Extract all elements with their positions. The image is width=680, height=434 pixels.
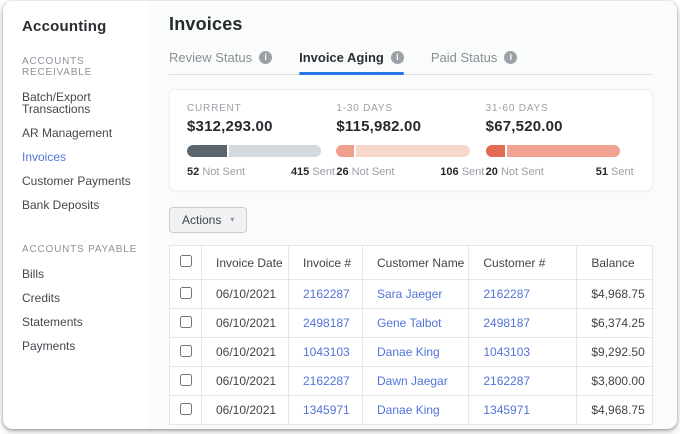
select-all-checkbox[interactable] <box>180 255 192 267</box>
aging-amount: $67,520.00 <box>486 118 635 135</box>
sidebar-item-credits[interactable]: Credits <box>22 292 139 304</box>
info-icon[interactable] <box>391 51 404 64</box>
sidebar-item-customer-payments[interactable]: Customer Payments <box>22 175 139 187</box>
not-sent-stat: 52 Not Sent <box>187 166 245 178</box>
tab-review-status[interactable]: Review Status <box>169 50 272 74</box>
invoice-number-link[interactable]: 1345971 <box>303 403 350 417</box>
invoice-date-cell: 06/10/2021 <box>202 367 289 396</box>
balance-cell: $6,374.25 <box>577 309 653 338</box>
actions-row: Actions ▾ <box>169 207 653 233</box>
table-row: 06/10/2021 2162287 Sara Jaeger 2162287 $… <box>170 280 653 309</box>
info-icon[interactable] <box>259 51 272 64</box>
customer-number-link[interactable]: 1043103 <box>483 345 530 359</box>
row-checkbox[interactable] <box>180 316 192 328</box>
bar-fill <box>187 145 229 157</box>
aging-period-label: CURRENT <box>187 103 336 114</box>
bar-counts: 20 Not Sent 51 Sent <box>486 166 634 178</box>
not-sent-stat: 26 Not Sent <box>336 166 394 178</box>
sent-progress-bar <box>486 145 620 157</box>
bar-counts: 26 Not Sent 106 Sent <box>336 166 484 178</box>
tab-label: Review Status <box>169 50 252 65</box>
invoice-date-cell: 06/10/2021 <box>202 396 289 425</box>
sidebar-title: Accounting <box>22 18 139 35</box>
invoice-table: Invoice Date Invoice # Customer Name Cus… <box>169 245 653 425</box>
column-header-invoice-date: Invoice Date <box>202 246 289 280</box>
invoice-number-link[interactable]: 2162287 <box>303 374 350 388</box>
not-sent-stat: 20 Not Sent <box>486 166 544 178</box>
table-row: 06/10/2021 2498187 Gene Talbot 2498187 $… <box>170 309 653 338</box>
column-header-customer-number: Customer # <box>469 246 577 280</box>
table-row: 06/10/2021 1043103 Danae King 1043103 $9… <box>170 338 653 367</box>
aging-period-label: 31-60 DAYS <box>486 103 635 114</box>
aging-group-current: CURRENT $312,293.00 52 Not Sent 415 Sent <box>187 103 336 178</box>
customer-name-link[interactable]: Sara Jaeger <box>377 287 442 301</box>
invoice-date-cell: 06/10/2021 <box>202 338 289 367</box>
balance-cell: $4,968.75 <box>577 280 653 309</box>
sidebar-item-bills[interactable]: Bills <box>22 268 139 280</box>
aging-amount: $115,982.00 <box>336 118 485 135</box>
bar-fill <box>336 145 356 157</box>
sent-stat: 51 Sent <box>596 166 634 178</box>
sidebar-item-bank-deposits[interactable]: Bank Deposits <box>22 199 139 211</box>
bar-counts: 52 Not Sent 415 Sent <box>187 166 335 178</box>
customer-name-link[interactable]: Danae King <box>377 403 440 417</box>
row-checkbox[interactable] <box>180 345 192 357</box>
row-checkbox[interactable] <box>180 287 192 299</box>
table-row: 06/10/2021 2162287 Dawn Jaegar 2162287 $… <box>170 367 653 396</box>
balance-cell: $4,968.75 <box>577 396 653 425</box>
aging-group-31-60-days: 31-60 DAYS $67,520.00 20 Not Sent 51 Sen… <box>486 103 635 178</box>
invoice-number-link[interactable]: 2498187 <box>303 316 350 330</box>
tab-paid-status[interactable]: Paid Status <box>431 50 518 74</box>
actions-button-label: Actions <box>182 213 221 227</box>
info-icon[interactable] <box>504 51 517 64</box>
sent-stat: 415 Sent <box>291 166 335 178</box>
app-window: Accounting ACCOUNTS RECEIVABLE Batch/Exp… <box>3 1 677 429</box>
aging-period-label: 1-30 DAYS <box>336 103 485 114</box>
tab-invoice-aging[interactable]: Invoice Aging <box>299 50 404 74</box>
sent-progress-bar <box>187 145 321 157</box>
sent-stat: 106 Sent <box>440 166 484 178</box>
section-label-accounts-receivable: ACCOUNTS RECEIVABLE <box>22 56 139 78</box>
section-gap <box>22 223 139 244</box>
invoice-date-cell: 06/10/2021 <box>202 309 289 338</box>
page-title: Invoices <box>169 14 653 35</box>
aging-group-1-30-days: 1-30 DAYS $115,982.00 26 Not Sent 106 Se… <box>336 103 485 178</box>
tab-label: Invoice Aging <box>299 50 384 65</box>
customer-number-link[interactable]: 2162287 <box>483 287 530 301</box>
section-label-accounts-payable: ACCOUNTS PAYABLE <box>22 244 139 255</box>
sidebar-item-ar-management[interactable]: AR Management <box>22 127 139 139</box>
sidebar-item-batch-export-transactions[interactable]: Batch/Export Transactions <box>22 91 139 115</box>
sidebar: Accounting ACCOUNTS RECEIVABLE Batch/Exp… <box>3 1 149 429</box>
bar-fill <box>486 145 507 157</box>
row-checkbox[interactable] <box>180 403 192 415</box>
column-header-balance: Balance <box>577 246 653 280</box>
customer-name-link[interactable]: Gene Talbot <box>377 316 442 330</box>
balance-cell: $3,800.00 <box>577 367 653 396</box>
tab-label: Paid Status <box>431 50 498 65</box>
sent-progress-bar <box>336 145 470 157</box>
invoice-number-link[interactable]: 2162287 <box>303 287 350 301</box>
customer-name-link[interactable]: Dawn Jaegar <box>377 374 448 388</box>
column-header-customer-name: Customer Name <box>363 246 469 280</box>
main-content: Invoices Review Status Invoice Aging Pai… <box>149 1 677 429</box>
table-row: 06/10/2021 1345971 Danae King 1345971 $4… <box>170 396 653 425</box>
customer-name-link[interactable]: Danae King <box>377 345 440 359</box>
sidebar-item-statements[interactable]: Statements <box>22 316 139 328</box>
aging-summary-card: CURRENT $312,293.00 52 Not Sent 415 Sent… <box>169 89 653 191</box>
invoice-date-cell: 06/10/2021 <box>202 280 289 309</box>
column-header-invoice-number: Invoice # <box>289 246 363 280</box>
balance-cell: $9,292.50 <box>577 338 653 367</box>
tab-bar: Review Status Invoice Aging Paid Status <box>169 50 653 75</box>
actions-button[interactable]: Actions ▾ <box>169 207 247 233</box>
aging-amount: $312,293.00 <box>187 118 336 135</box>
customer-number-link[interactable]: 2162287 <box>483 374 530 388</box>
invoice-number-link[interactable]: 1043103 <box>303 345 350 359</box>
sidebar-item-payments[interactable]: Payments <box>22 340 139 352</box>
row-checkbox[interactable] <box>180 374 192 386</box>
sidebar-item-invoices[interactable]: Invoices <box>22 151 139 163</box>
customer-number-link[interactable]: 2498187 <box>483 316 530 330</box>
customer-number-link[interactable]: 1345971 <box>483 403 530 417</box>
table-header-row: Invoice Date Invoice # Customer Name Cus… <box>170 246 653 280</box>
caret-down-icon: ▾ <box>230 216 234 224</box>
